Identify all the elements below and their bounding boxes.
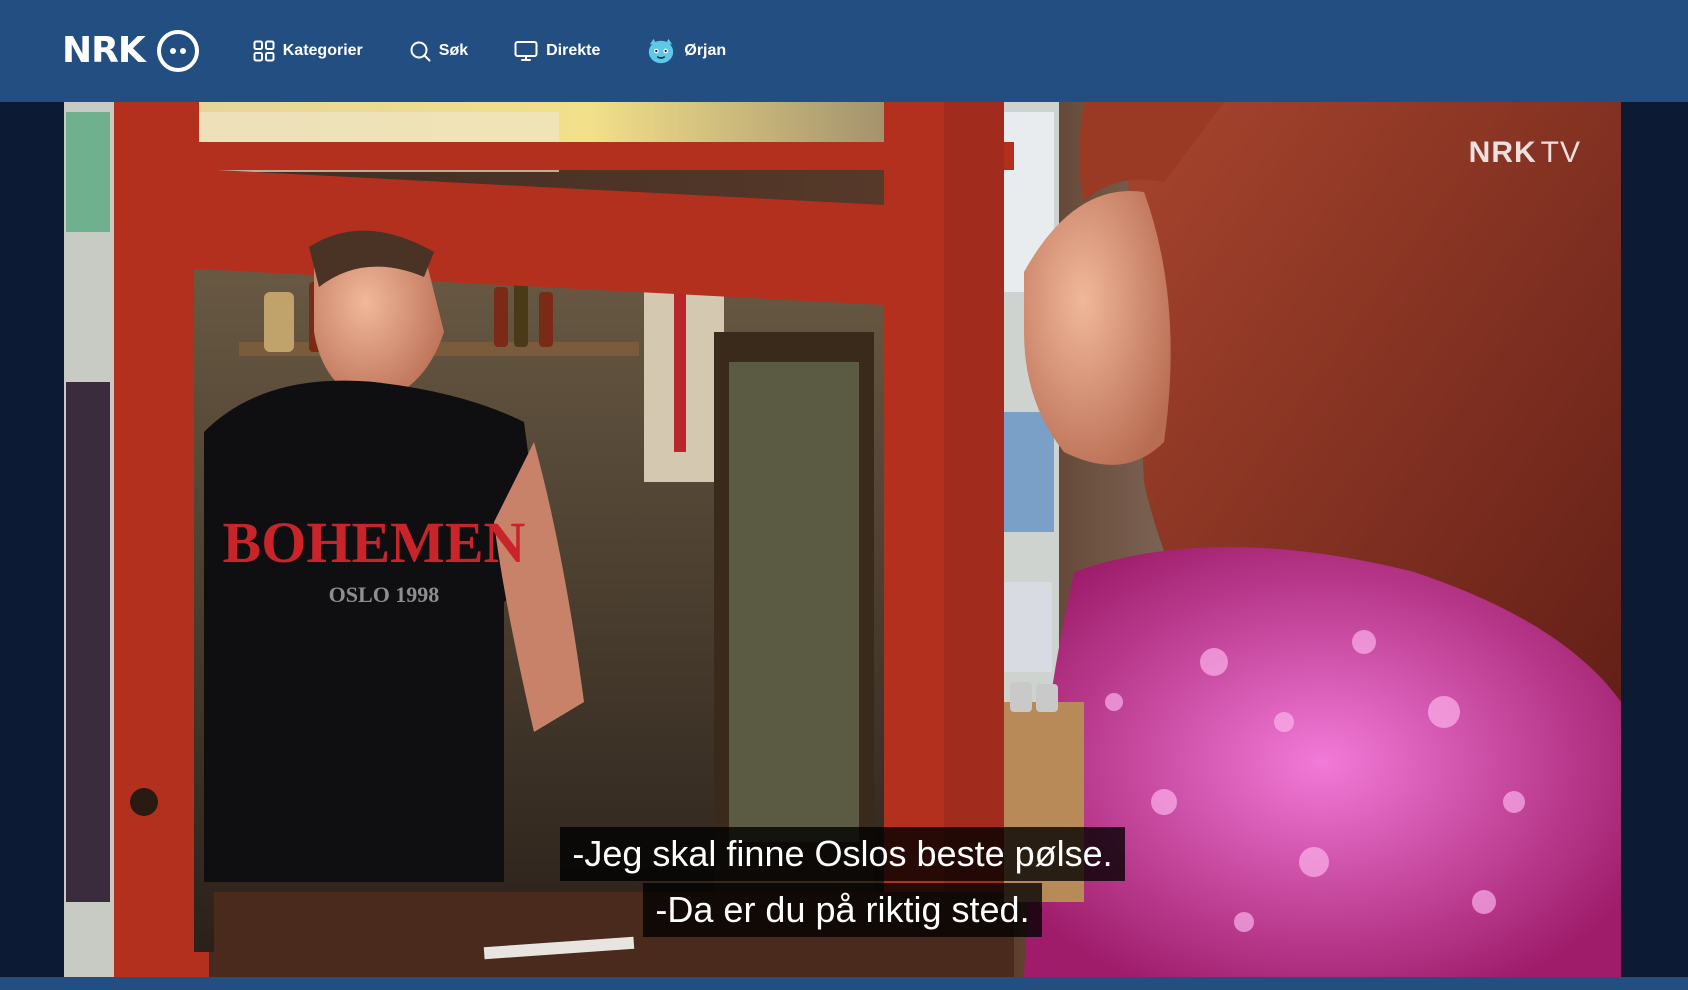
subtitle-container: -Jeg skal finne Oslos beste pølse. -Da e… <box>64 827 1621 937</box>
nav-label: Søk <box>438 42 469 59</box>
subtitle-line: -Da er du på riktig sted. <box>643 883 1042 937</box>
nav-item-profile[interactable]: Ørjan <box>646 27 726 75</box>
nrk-face-icon <box>156 30 199 72</box>
top-navigation-bar: NRK Kategorier Søk Direkte Ørjan <box>0 0 1688 102</box>
nav-label: Kategorier <box>282 42 363 59</box>
nav-label: Ørjan <box>684 42 727 59</box>
nav-item-kategorier[interactable]: Kategorier <box>253 27 363 75</box>
subtitle-line: -Jeg skal finne Oslos beste pølse. <box>560 827 1125 881</box>
nav-item-direkte[interactable]: Direkte <box>514 27 600 75</box>
bottom-strip <box>0 977 1688 990</box>
nav-item-sok[interactable]: Søk <box>409 27 468 75</box>
video-player[interactable]: BOHEMEN OSLO 1998 NRK TV -Jeg skal finne … <box>64 102 1621 977</box>
watermark-suffix: TV <box>1540 136 1581 169</box>
logo-text: NRK <box>62 30 146 71</box>
shirt-subtext: OSLO 1998 <box>329 582 440 607</box>
search-icon <box>410 41 431 62</box>
nav-label: Direkte <box>546 42 601 59</box>
watermark-brand: NRK <box>1468 136 1537 169</box>
main-nav: Kategorier Søk Direkte Ørjan <box>253 0 772 102</box>
profile-avatar-icon <box>649 38 674 64</box>
shirt-text: BOHEMEN <box>223 510 526 575</box>
tv-icon <box>514 41 538 61</box>
nrk-tv-watermark: NRK TV <box>1469 136 1581 170</box>
grid-icon <box>253 40 275 62</box>
nrk-logo[interactable]: NRK <box>62 30 199 72</box>
